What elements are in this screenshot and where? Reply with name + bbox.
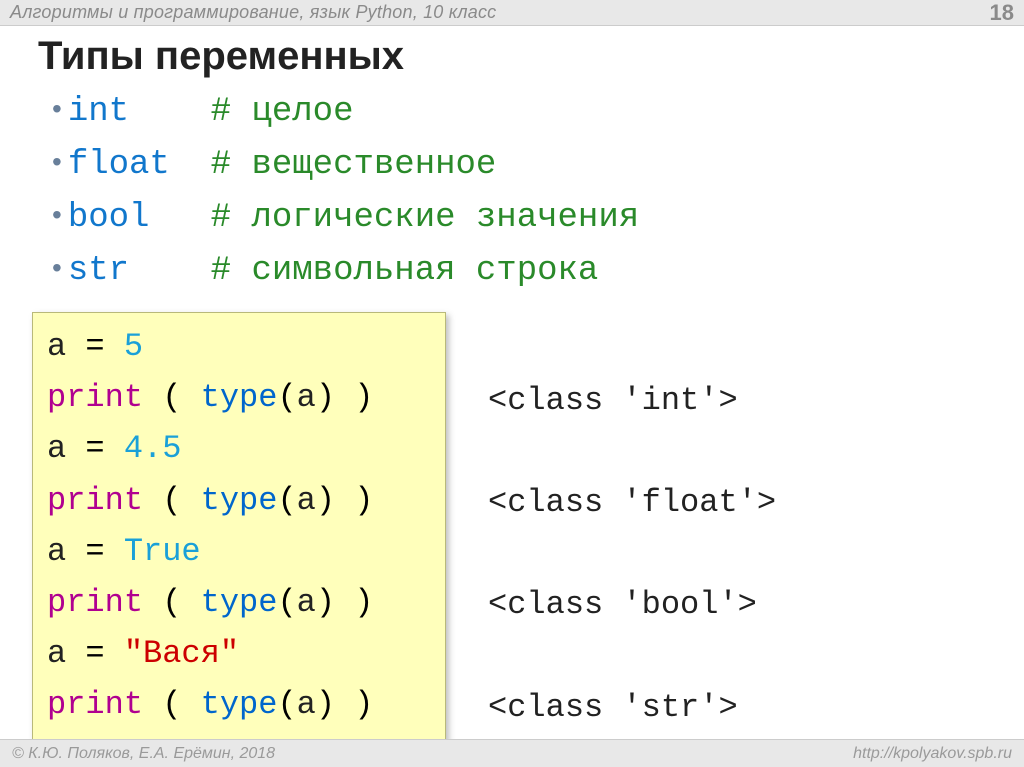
type-row-bool: •bool # логические значения (52, 192, 639, 245)
slide: Алгоритмы и программирование, язык Pytho… (0, 0, 1024, 767)
code-line: print ( type(a) ) (47, 372, 431, 423)
output-spacer (488, 426, 776, 477)
type-name: str (68, 252, 129, 290)
output-line: <class 'int'> (488, 375, 776, 426)
types-list: •int # целое •float # вещественное •bool… (52, 86, 639, 298)
print-call: print (47, 379, 143, 416)
footer: © К.Ю. Поляков, Е.А. Ерёмин, 2018 http:/… (0, 739, 1024, 767)
output-line: <class 'float'> (488, 477, 776, 528)
type-row-float: •float # вещественное (52, 139, 639, 192)
type-call: type (201, 584, 278, 621)
print-call: print (47, 482, 143, 519)
bullet-icon: • (52, 252, 62, 283)
type-row-int: •int # целое (52, 86, 639, 139)
course-title: Алгоритмы и программирование, язык Pytho… (10, 2, 496, 23)
type-call: type (201, 686, 278, 723)
output-spacer (488, 631, 776, 682)
type-comment: # символьная строка (211, 252, 599, 290)
code-line: print ( type(a) ) (47, 475, 431, 526)
code-line: print ( type(a) ) (47, 679, 431, 730)
type-call: type (201, 379, 278, 416)
print-call: print (47, 584, 143, 621)
type-comment: # логические значения (211, 199, 639, 237)
topbar: Алгоритмы и программирование, язык Pytho… (0, 0, 1024, 26)
code-line: a = True (47, 526, 431, 577)
type-call: type (201, 482, 278, 519)
type-comment: # вещественное (211, 146, 497, 184)
code-line: print ( type(a) ) (47, 577, 431, 628)
footer-right: http://kpolyakov.spb.ru (853, 745, 1012, 763)
code-line: a = 5 (47, 321, 431, 372)
code-box: a = 5 print ( type(a) ) a = 4.5 print ( … (32, 312, 446, 742)
slide-number: 18 (990, 0, 1014, 26)
literal-str: "Вася" (124, 635, 239, 672)
page-title: Типы переменных (38, 34, 404, 79)
footer-left: © К.Ю. Поляков, Е.А. Ерёмин, 2018 (12, 745, 275, 763)
literal-int: 5 (124, 328, 143, 365)
output-line: <class 'bool'> (488, 579, 776, 630)
literal-float: 4.5 (124, 430, 182, 467)
type-row-str: •str # символьная строка (52, 245, 639, 298)
literal-true: True (124, 533, 201, 570)
code-line: a = "Вася" (47, 628, 431, 679)
output-spacer (488, 312, 776, 375)
output-spacer (488, 528, 776, 579)
bullet-icon: • (52, 199, 62, 230)
code-line: a = 4.5 (47, 423, 431, 474)
type-name: bool (68, 199, 150, 237)
output-line: <class 'str'> (488, 682, 776, 733)
bullet-icon: • (52, 93, 62, 124)
type-comment: # целое (211, 93, 354, 131)
type-name: float (68, 146, 170, 184)
type-name: int (68, 93, 129, 131)
outputs: <class 'int'> <class 'float'> <class 'bo… (488, 312, 776, 733)
bullet-icon: • (52, 146, 62, 177)
print-call: print (47, 686, 143, 723)
